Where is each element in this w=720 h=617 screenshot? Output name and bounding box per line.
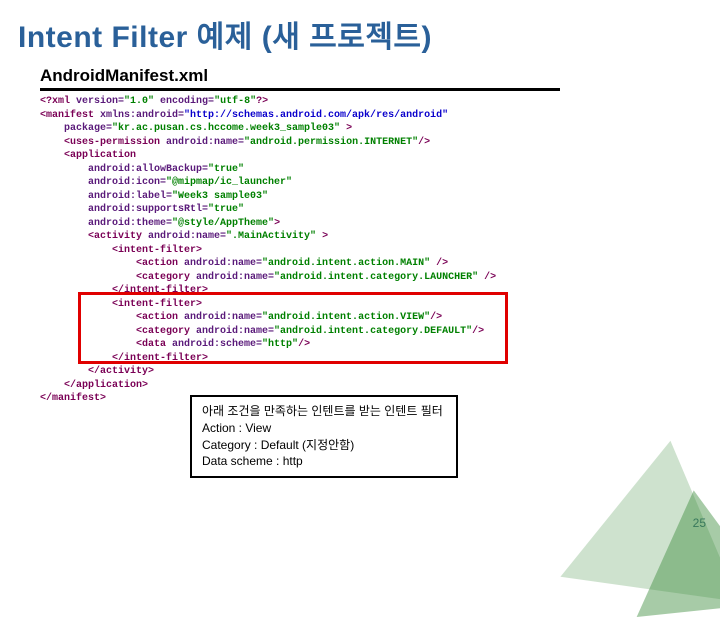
code-tok: "Week3 sample03" — [172, 191, 268, 202]
code-tok: package= — [40, 123, 112, 134]
code-tok: "android.intent.category.LAUNCHER" — [274, 272, 478, 283]
code-tok: encoding= — [154, 96, 214, 107]
code-tok: "@mipmap/ic_launcher" — [166, 177, 292, 188]
code-tok: "kr.ac.pusan.cs.hccome.week3_sample03" — [112, 123, 340, 134]
code-tok: android:theme= — [40, 218, 172, 229]
code-tok: version= — [70, 96, 124, 107]
code-tok: android:name= — [184, 258, 262, 269]
code-tok: "true" — [208, 164, 244, 175]
code-tok: android:icon= — [40, 177, 166, 188]
code-tok: "http://schemas.android.com/apk/res/andr… — [184, 110, 448, 121]
slide-title: Intent Filter 예제 (새 프로젝트) — [0, 0, 720, 60]
code-tok: "android.permission.INTERNET" — [244, 137, 418, 148]
code-tok: /> — [430, 258, 448, 269]
code-tok: /> — [478, 272, 496, 283]
code-tok: android:supportsRtl= — [40, 204, 208, 215]
code-tok: "1.0" — [124, 96, 154, 107]
corner-decoration — [560, 400, 720, 600]
code-tok: "utf-8" — [214, 96, 256, 107]
annotation-line: Category : Default (지정안함) — [202, 437, 446, 454]
code-tok: android:name= — [166, 137, 244, 148]
code-tok: > — [316, 231, 328, 242]
slide-subtitle: AndroidManifest.xml — [40, 66, 560, 91]
annotation-line: Data scheme : http — [202, 453, 446, 470]
code-tok: > — [340, 123, 352, 134]
code-tok: android:allowBackup= — [40, 164, 208, 175]
code-tok: android:name= — [196, 272, 274, 283]
code-tok: </activity> — [40, 366, 154, 377]
code-tok: "true" — [208, 204, 244, 215]
code-tok: <category — [40, 272, 196, 283]
code-tok: <intent-filter> — [40, 245, 202, 256]
code-tok: </manifest> — [40, 393, 106, 404]
code-tok: <application — [40, 150, 136, 161]
highlight-box — [78, 292, 508, 364]
code-tok: <uses-permission — [40, 137, 166, 148]
code-tok: android:name= — [148, 231, 226, 242]
code-tok: ".MainActivity" — [226, 231, 316, 242]
code-tok: "@style/AppTheme" — [172, 218, 274, 229]
code-tok: <?xml — [40, 96, 70, 107]
code-tok: <action — [40, 258, 184, 269]
code-tok: <activity — [40, 231, 148, 242]
code-tok: xmlns:android= — [100, 110, 184, 121]
code-tok: <manifest — [40, 110, 100, 121]
code-tok: > — [274, 218, 280, 229]
code-tok: /> — [418, 137, 430, 148]
code-tok: ?> — [256, 96, 268, 107]
annotation-line: 아래 조건을 만족하는 인텐트를 받는 인텐트 필터 — [202, 403, 446, 420]
code-tok: android:label= — [40, 191, 172, 202]
code-tok: </application> — [40, 380, 148, 391]
annotation-line: Action : View — [202, 420, 446, 437]
code-tok: "android.intent.action.MAIN" — [262, 258, 430, 269]
slide: Intent Filter 예제 (새 프로젝트) AndroidManifes… — [0, 0, 720, 540]
annotation-box: 아래 조건을 만족하는 인텐트를 받는 인텐트 필터 Action : View… — [190, 395, 458, 478]
